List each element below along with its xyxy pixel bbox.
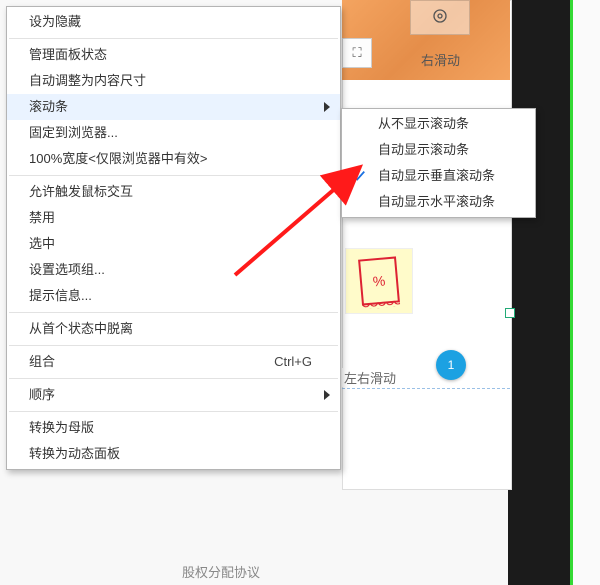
editor-side-panel	[570, 0, 600, 585]
submenu-arrow-icon	[324, 94, 330, 120]
submenu-label: 从不显示滚动条	[378, 116, 469, 131]
editor-dark-strip	[508, 0, 570, 585]
menu-label: 设置选项组...	[29, 262, 105, 277]
step-badge: 1	[436, 350, 466, 380]
menu-label: 固定到浏览器...	[29, 125, 118, 140]
menu-label: 选中	[29, 236, 55, 251]
menu-label: 自动调整为内容尺寸	[29, 73, 146, 88]
fullscreen-icon: ⛶	[352, 45, 361, 61]
submenu-arrow-icon	[324, 382, 330, 408]
guide-vertical-green	[570, 0, 573, 585]
submenu-label: 自动显示滚动条	[378, 142, 469, 157]
scrollbar-submenu: 从不显示滚动条 自动显示滚动条 自动显示垂直滚动条 自动显示水平滚动条	[341, 108, 536, 218]
menu-order[interactable]: 顺序	[7, 382, 340, 408]
menu-set-hidden[interactable]: 设为隐藏	[7, 9, 340, 35]
menu-separator	[9, 345, 338, 346]
menu-label: 转换为母版	[29, 420, 94, 435]
menu-label: 从首个状态中脱离	[29, 321, 133, 336]
menu-label: 管理面板状态	[29, 47, 107, 62]
coupon-widget[interactable]: %	[345, 248, 413, 314]
fullscreen-button[interactable]: ⛶	[342, 38, 372, 68]
menu-label: 滚动条	[29, 99, 68, 114]
menu-group[interactable]: 组合 Ctrl+G	[7, 349, 340, 375]
menu-label: 顺序	[29, 387, 55, 402]
swipe-label-mid: 左右滑动	[342, 368, 398, 387]
coupon-stamp-icon: %	[358, 256, 400, 305]
submenu-never-show[interactable]: 从不显示滚动条	[342, 111, 535, 137]
gear-icon	[432, 8, 448, 27]
menu-label: 转换为动态面板	[29, 446, 120, 461]
submenu-auto-vertical[interactable]: 自动显示垂直滚动条	[342, 163, 535, 189]
submenu-auto-show[interactable]: 自动显示滚动条	[342, 137, 535, 163]
menu-pin-to-browser[interactable]: 固定到浏览器...	[7, 120, 340, 146]
design-canvas: ⛶ 右滑动 % 左右滑动 1 股权分配协议 设为隐藏 管理面板状态 自动调整为内…	[0, 0, 600, 585]
menu-label: 组合	[29, 354, 55, 369]
menu-manage-panel-states[interactable]: 管理面板状态	[7, 42, 340, 68]
menu-label: 允许触发鼠标交互	[29, 184, 133, 199]
footer-text: 股权分配协议	[182, 562, 260, 581]
submenu-label: 自动显示垂直滚动条	[378, 168, 495, 183]
guide-horizontal	[342, 388, 510, 389]
menu-separator	[9, 378, 338, 379]
submenu-auto-horizontal[interactable]: 自动显示水平滚动条	[342, 189, 535, 215]
resize-handle[interactable]	[505, 308, 515, 318]
menu-label: 100%宽度<仅限浏览器中有效>	[29, 151, 207, 166]
check-icon	[352, 163, 366, 189]
menu-separator	[9, 411, 338, 412]
submenu-label: 自动显示水平滚动条	[378, 194, 495, 209]
menu-break-first-state[interactable]: 从首个状态中脱离	[7, 316, 340, 342]
menu-selected[interactable]: 选中	[7, 231, 340, 257]
menu-100-width[interactable]: 100%宽度<仅限浏览器中有效>	[7, 146, 340, 172]
swipe-label-top: 右滑动	[421, 50, 460, 69]
menu-label: 禁用	[29, 210, 55, 225]
menu-label: 设为隐藏	[29, 14, 81, 29]
menu-auto-fit-content[interactable]: 自动调整为内容尺寸	[7, 68, 340, 94]
menu-tooltip[interactable]: 提示信息...	[7, 283, 340, 309]
menu-allow-mouse-interactions[interactable]: 允许触发鼠标交互	[7, 179, 340, 205]
menu-scrollbar[interactable]: 滚动条	[7, 94, 340, 120]
menu-separator	[9, 38, 338, 39]
menu-convert-to-dynamic-panel[interactable]: 转换为动态面板	[7, 441, 340, 467]
menu-separator	[9, 312, 338, 313]
menu-label: 提示信息...	[29, 288, 92, 303]
menu-set-option-group[interactable]: 设置选项组...	[7, 257, 340, 283]
gear-button[interactable]	[410, 0, 470, 35]
menu-separator	[9, 175, 338, 176]
menu-convert-to-master[interactable]: 转换为母版	[7, 415, 340, 441]
menu-disable[interactable]: 禁用	[7, 205, 340, 231]
context-menu: 设为隐藏 管理面板状态 自动调整为内容尺寸 滚动条 固定到浏览器... 100%…	[6, 6, 341, 470]
menu-shortcut: Ctrl+G	[274, 349, 312, 375]
